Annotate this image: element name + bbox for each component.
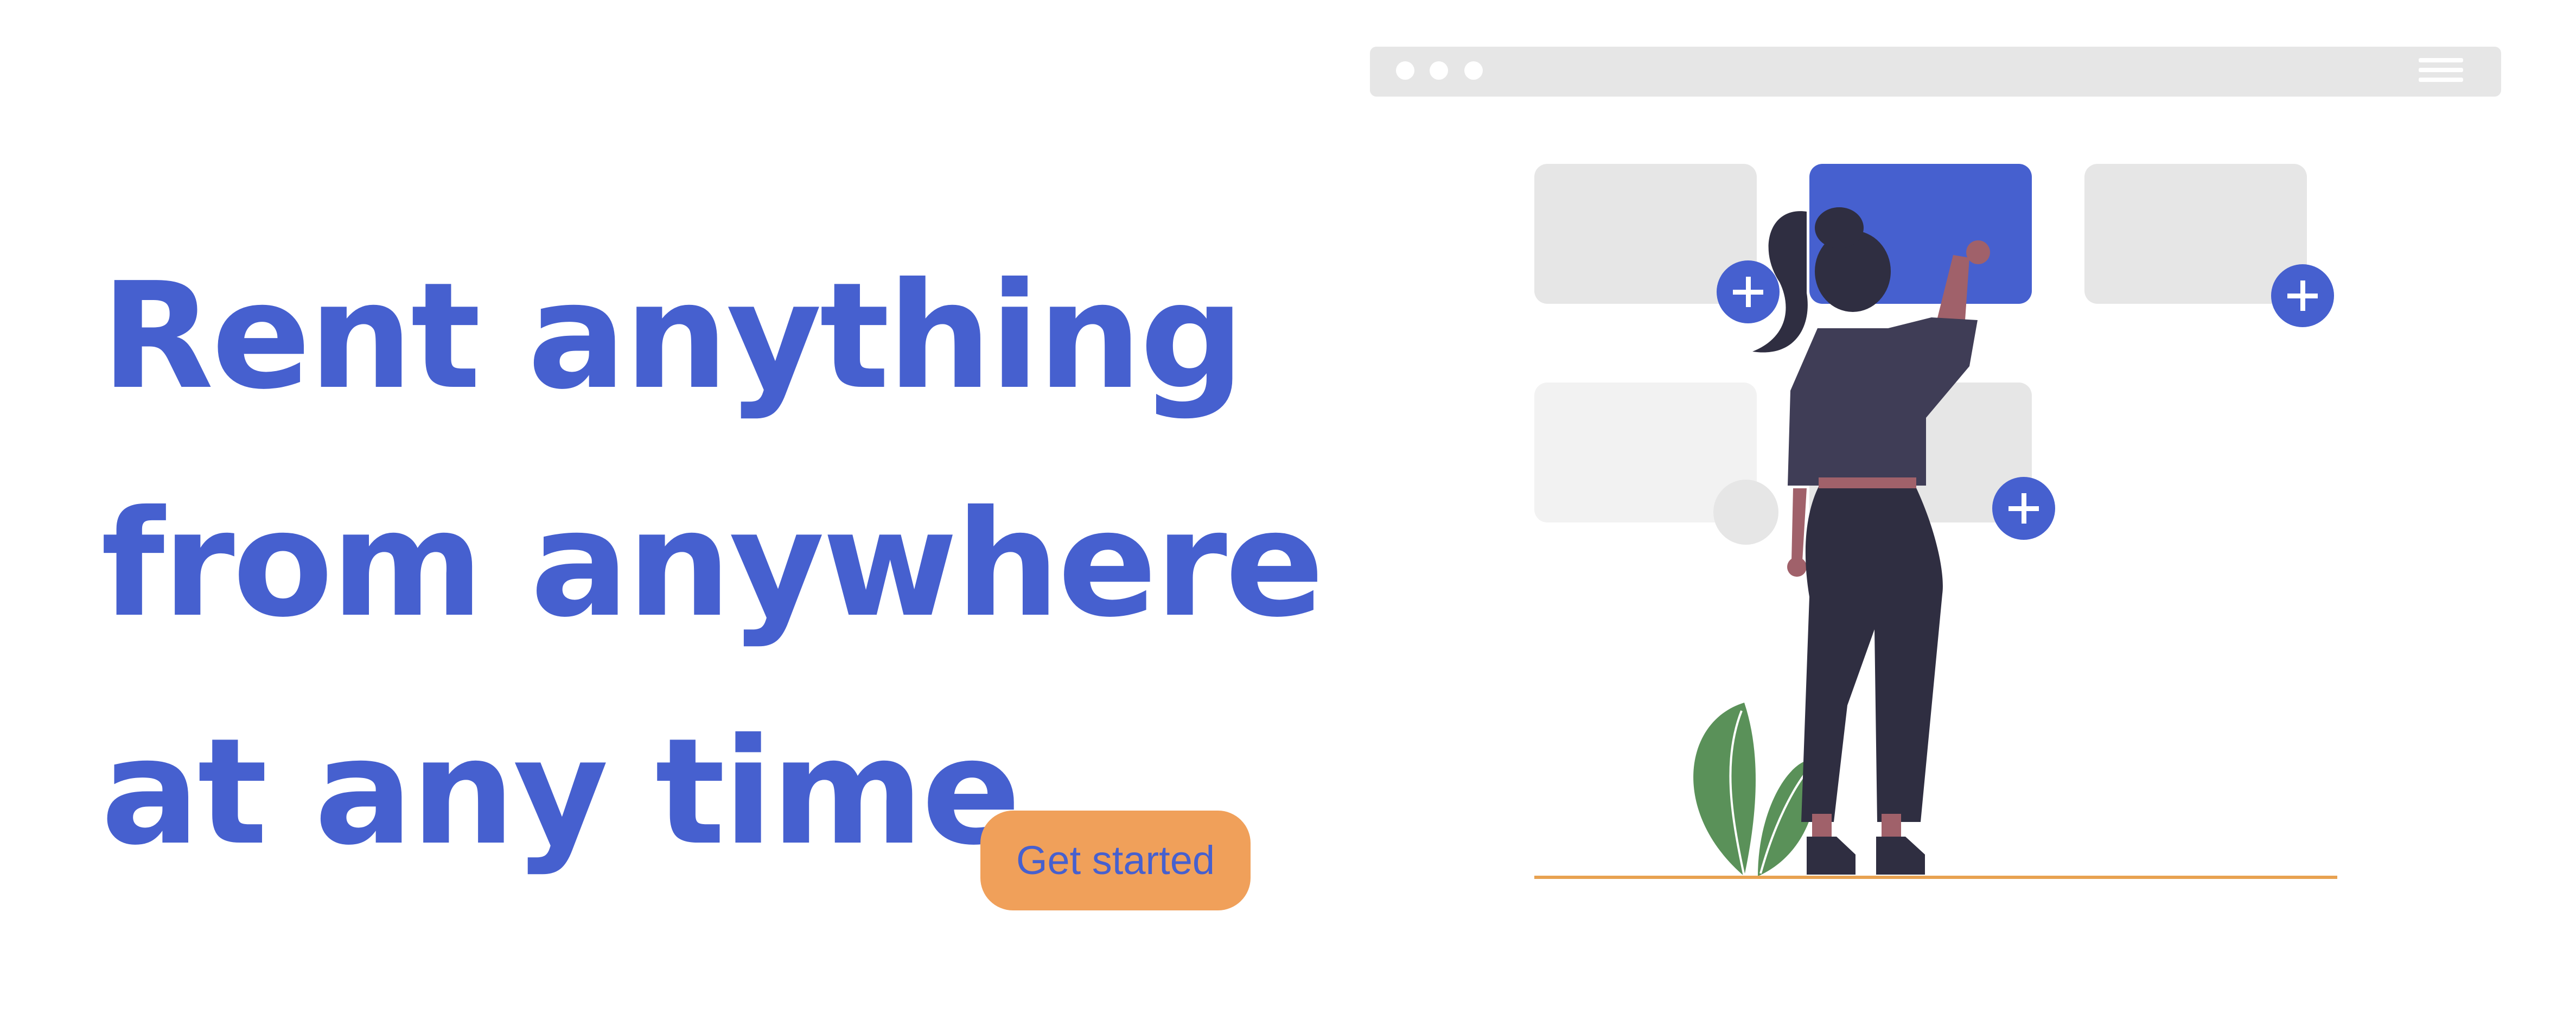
plus-icon bbox=[1992, 477, 2055, 540]
browser-window-icon bbox=[1370, 47, 2501, 97]
hero-illustration bbox=[1370, 47, 2501, 879]
plant-icon bbox=[1693, 703, 1817, 877]
hero-headline: Rent anything from anywhere at any time. bbox=[101, 222, 1324, 906]
placeholder-circle bbox=[1713, 480, 1778, 545]
headline-line-2: from anywhere bbox=[101, 479, 1324, 649]
floor-line bbox=[1534, 876, 2337, 879]
get-started-button[interactable]: Get started bbox=[980, 811, 1251, 910]
plus-icon bbox=[2271, 264, 2334, 327]
hero-section: Rent anything from anywhere at any time.… bbox=[0, 0, 2576, 1020]
headline-line-1: Rent anything bbox=[101, 251, 1245, 422]
plus-icon bbox=[1717, 260, 1780, 323]
person-icon bbox=[1752, 207, 1990, 875]
hamburger-menu-icon bbox=[2419, 58, 2463, 82]
